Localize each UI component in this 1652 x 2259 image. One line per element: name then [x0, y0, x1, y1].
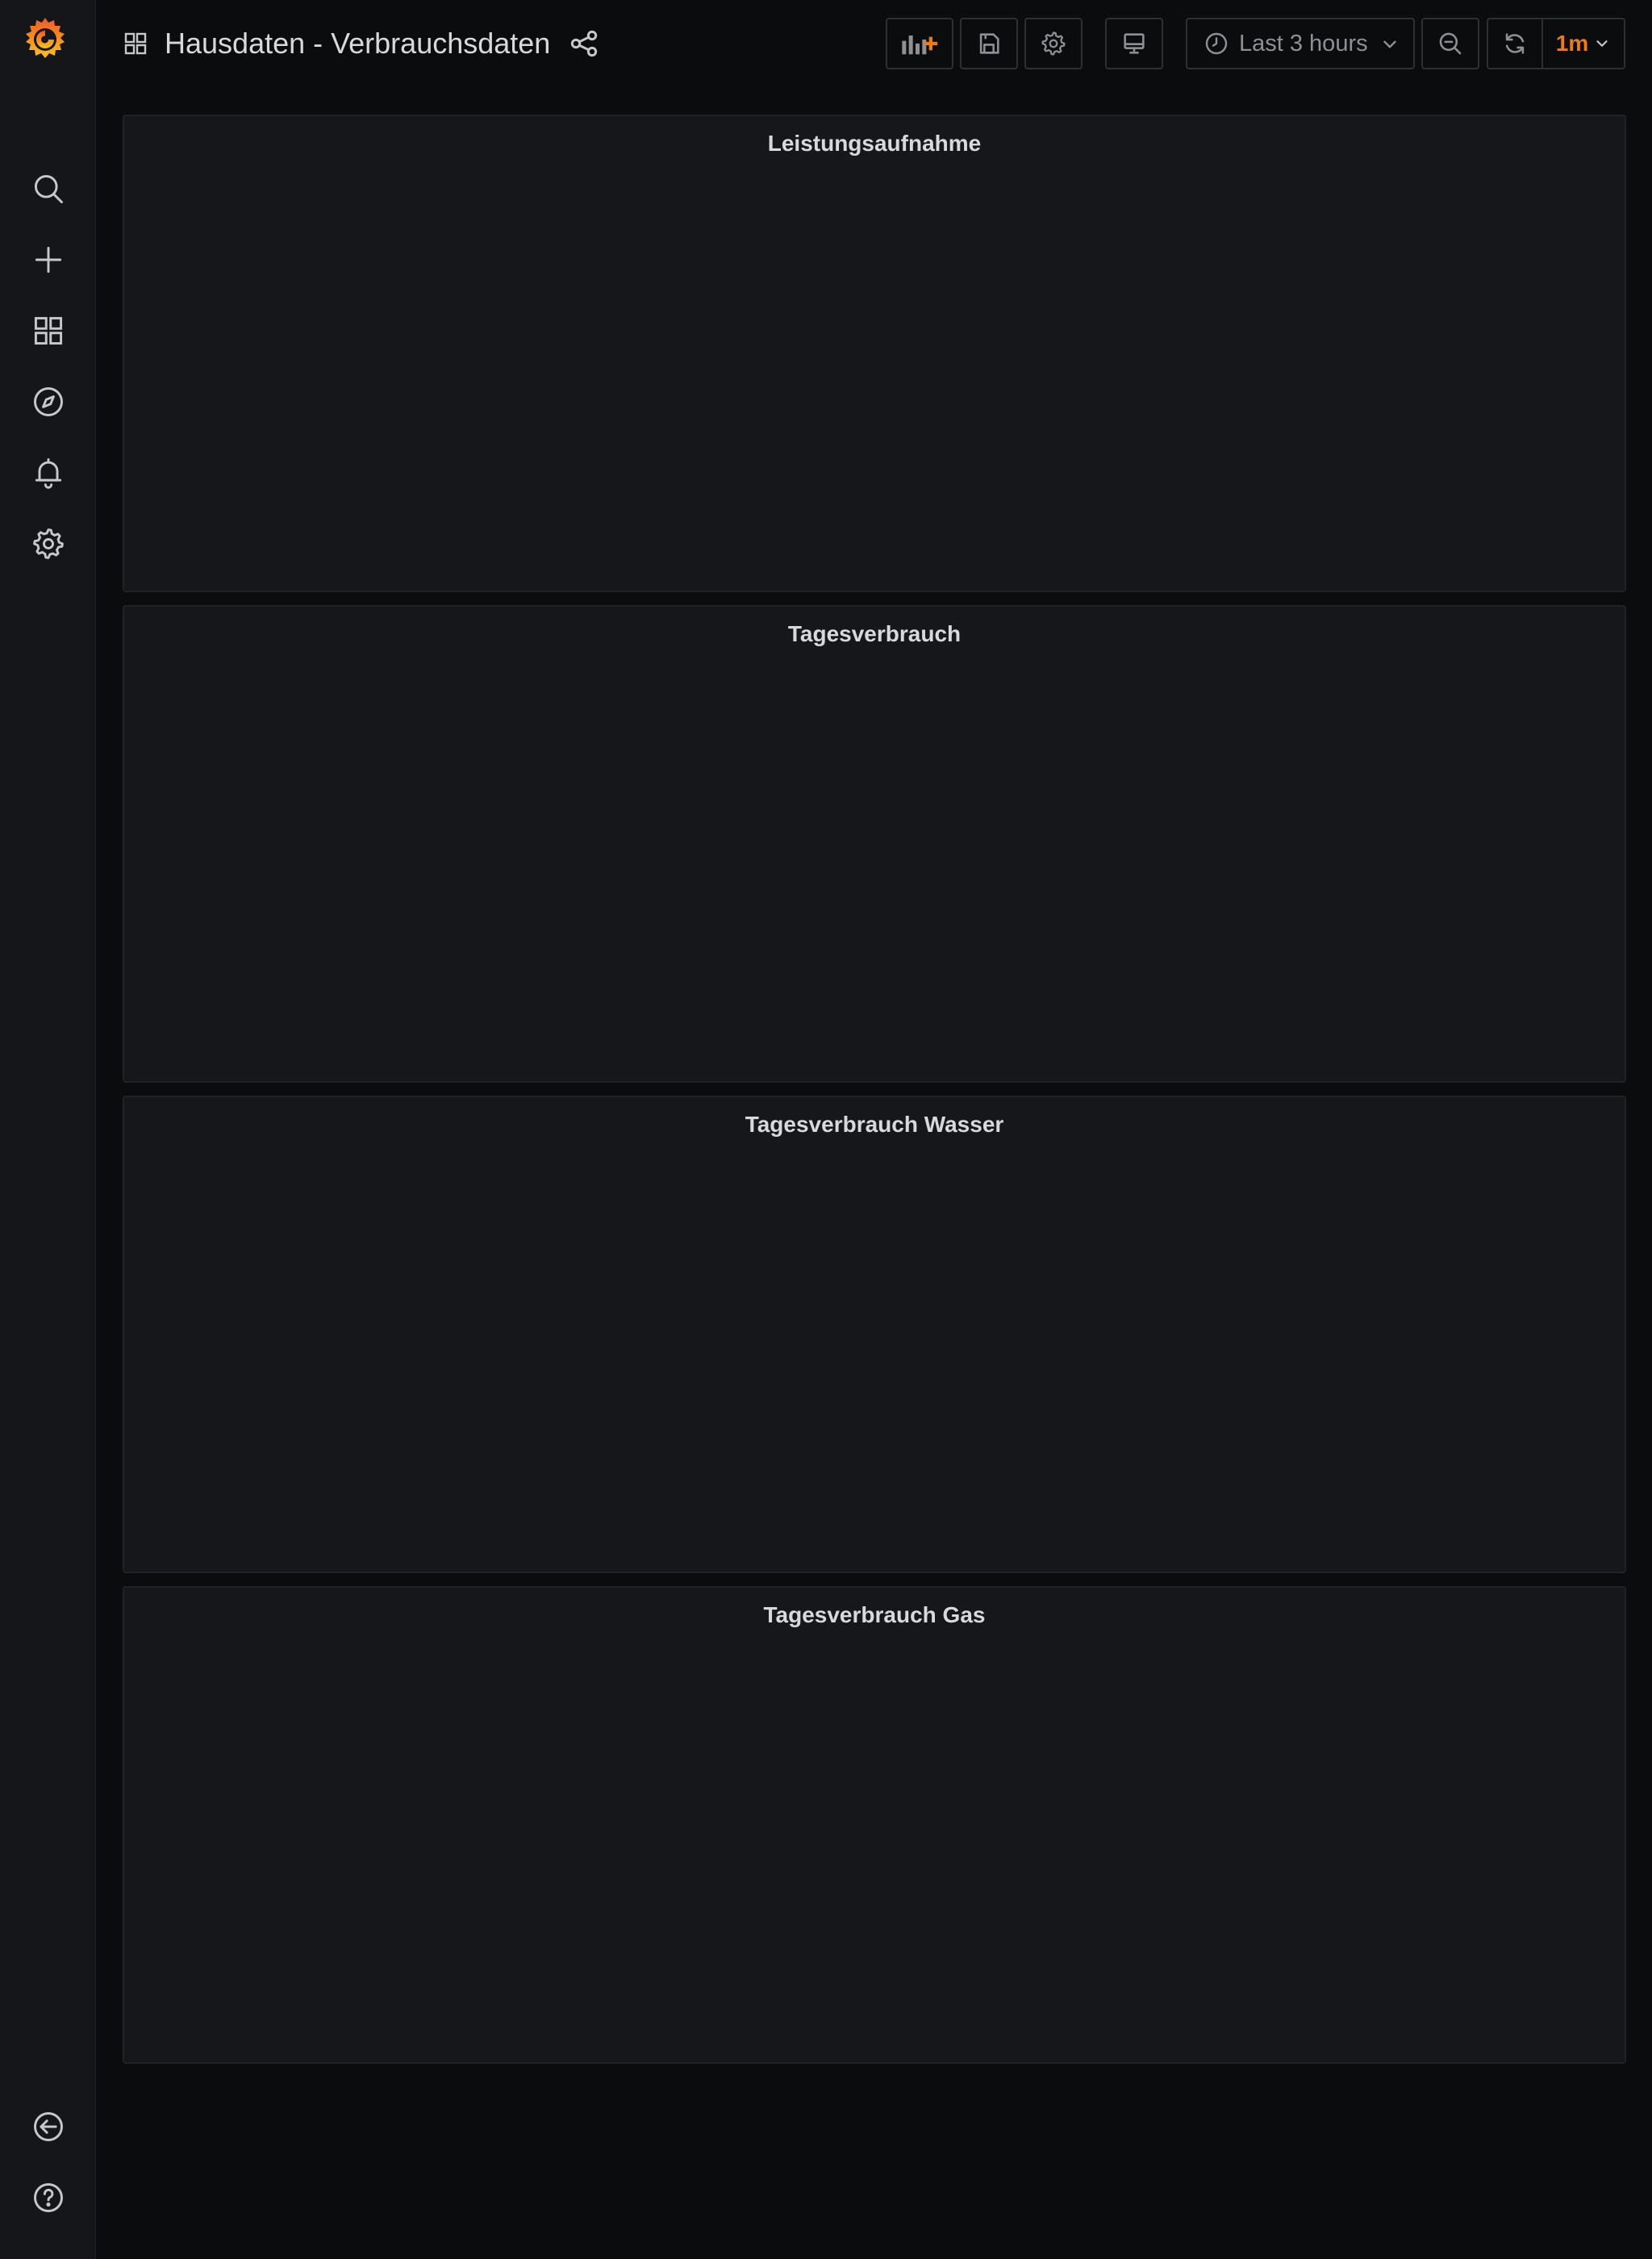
panel-tagesverbrauch-gas[interactable]: Tagesverbrauch Gas — [123, 1586, 1626, 2064]
sidebar — [0, 0, 96, 2259]
dashboard-settings-button[interactable] — [1024, 18, 1083, 69]
panel-tagesverbrauch-wasser[interactable]: Tagesverbrauch Wasser — [123, 1096, 1626, 1573]
dashboard-title[interactable]: Hausdaten - Verbrauchsdaten — [165, 24, 550, 63]
share-icon[interactable] — [568, 27, 600, 60]
sign-out-icon[interactable] — [26, 2104, 71, 2149]
zoom-out-icon — [1437, 30, 1464, 57]
refresh-icon — [1501, 30, 1529, 57]
panel-title[interactable]: Tagesverbrauch Gas — [124, 1599, 1625, 1631]
tv-mode-icon — [1120, 30, 1148, 57]
panel-title[interactable]: Tagesverbrauch — [124, 618, 1625, 650]
panel-tagesverbrauch[interactable]: Tagesverbrauch — [123, 605, 1626, 1083]
panel-leistungsaufnahme[interactable]: Leistungsaufnahme — [123, 115, 1626, 592]
add-panel-icon — [899, 27, 940, 60]
add-panel-button[interactable] — [886, 18, 953, 69]
dashboards-icon[interactable] — [26, 308, 71, 353]
refresh-interval-picker[interactable]: 1m — [1541, 18, 1625, 69]
panel-title[interactable]: Leistungsaufnahme — [124, 127, 1625, 160]
dashboard-grid-icon — [123, 31, 148, 56]
help-icon[interactable] — [26, 2175, 71, 2220]
tv-mode-button[interactable] — [1105, 18, 1163, 69]
panel-title[interactable]: Tagesverbrauch Wasser — [124, 1109, 1625, 1141]
zoom-out-button[interactable] — [1421, 18, 1479, 69]
chevron-down-icon — [1593, 35, 1611, 52]
grafana-logo-icon[interactable] — [19, 15, 71, 66]
save-dashboard-button[interactable] — [960, 18, 1018, 69]
settings-icon — [1040, 30, 1067, 57]
alerting-icon[interactable] — [26, 450, 71, 495]
plus-icon[interactable] — [26, 237, 71, 282]
save-icon — [975, 30, 1003, 57]
chevron-down-icon — [1379, 34, 1400, 55]
refresh-button[interactable] — [1487, 18, 1543, 69]
time-range-label: Last 3 hours — [1239, 30, 1368, 56]
settings-icon[interactable] — [26, 521, 71, 566]
refresh-interval-label: 1m — [1555, 31, 1589, 56]
explore-icon[interactable] — [26, 379, 71, 424]
search-icon[interactable] — [26, 166, 71, 211]
clock-icon — [1204, 31, 1229, 56]
time-range-picker[interactable]: Last 3 hours — [1186, 18, 1415, 69]
